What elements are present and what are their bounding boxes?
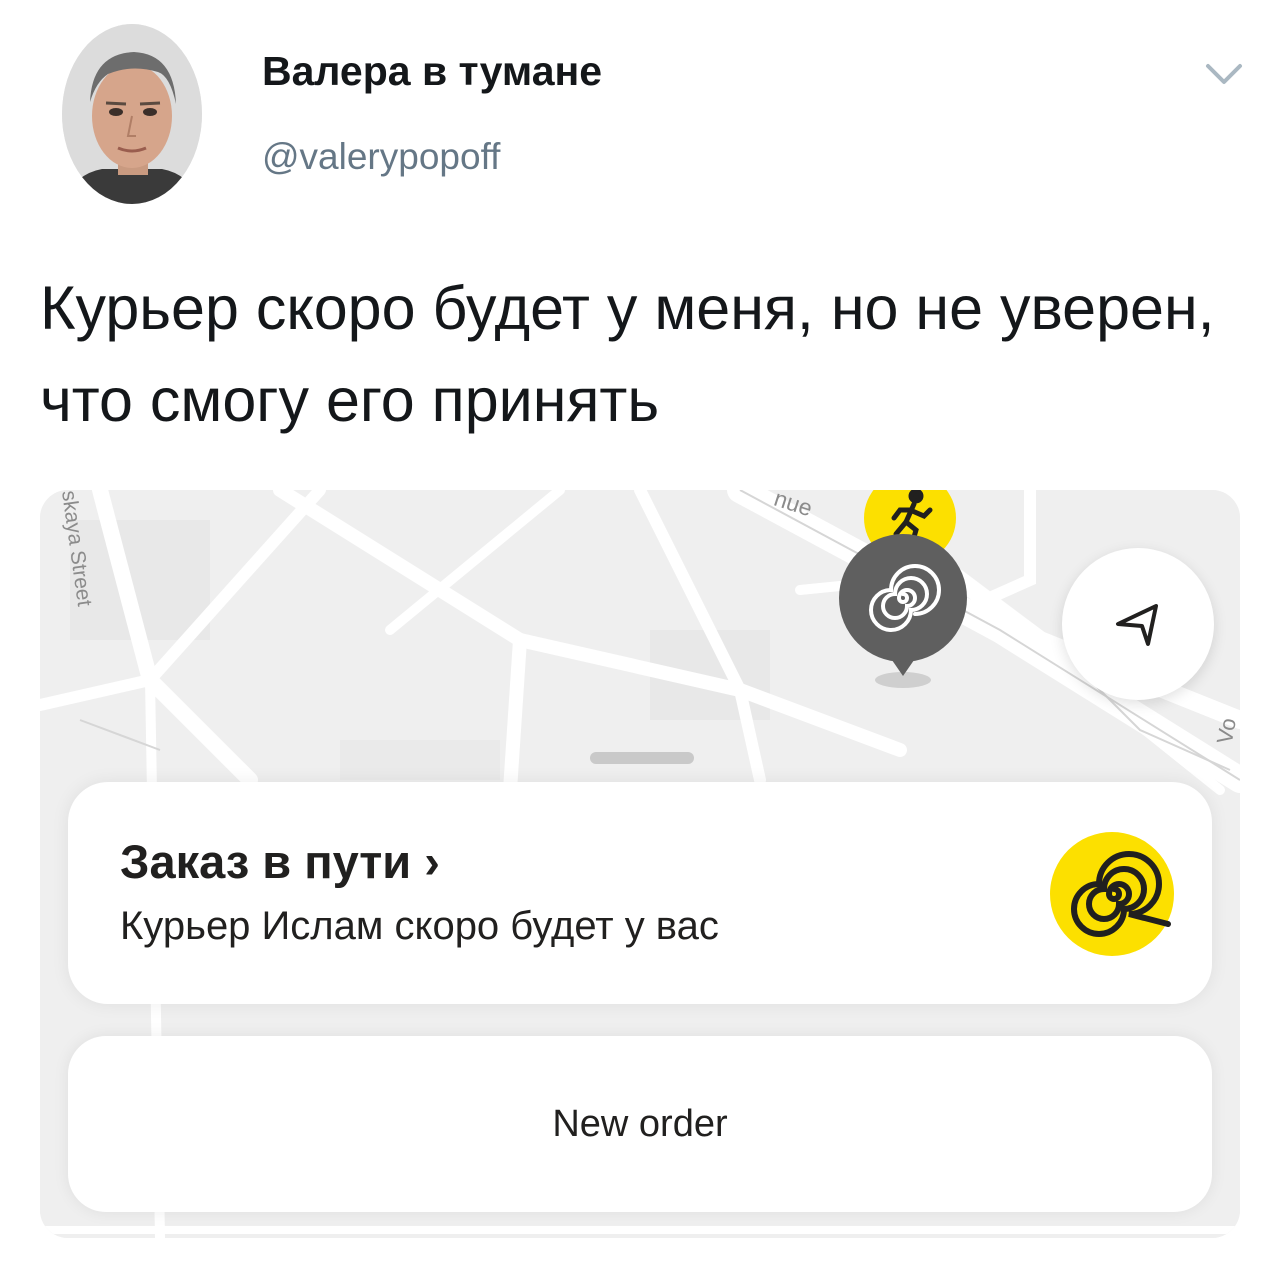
spiral-logo-icon: [1048, 830, 1176, 958]
locate-arrow-icon: [1116, 604, 1158, 646]
order-status-title-text: Заказ в пути: [120, 835, 412, 888]
map-edge-label: Vo: [1211, 716, 1240, 746]
tweet-text: Курьер скоро будет у меня, но не уверен,…: [40, 274, 1215, 434]
order-status-subtitle: Курьер Ислам скоро будет у вас: [120, 904, 719, 948]
tweet-media[interactable]: skaya Street nue Vo Заказ в пути › Курье…: [40, 490, 1240, 1238]
author-name[interactable]: Валера в тумане: [262, 48, 602, 95]
order-status-chevron: ›: [424, 835, 440, 888]
new-order-button[interactable]: New order: [68, 1036, 1212, 1212]
author-avatar[interactable]: [62, 24, 202, 204]
new-order-label: New order: [552, 1102, 728, 1145]
author-handle[interactable]: @valerypopoff: [262, 136, 500, 178]
locate-button[interactable]: [1062, 548, 1214, 700]
order-status-card[interactable]: Заказ в пути › Курьер Ислам скоро будет …: [68, 782, 1212, 1004]
spiral-pin-icon[interactable]: [833, 530, 973, 700]
chevron-down-icon[interactable]: [1200, 54, 1248, 94]
order-status-title[interactable]: Заказ в пути ›: [120, 834, 440, 889]
sheet-drag-handle[interactable]: [590, 752, 694, 764]
